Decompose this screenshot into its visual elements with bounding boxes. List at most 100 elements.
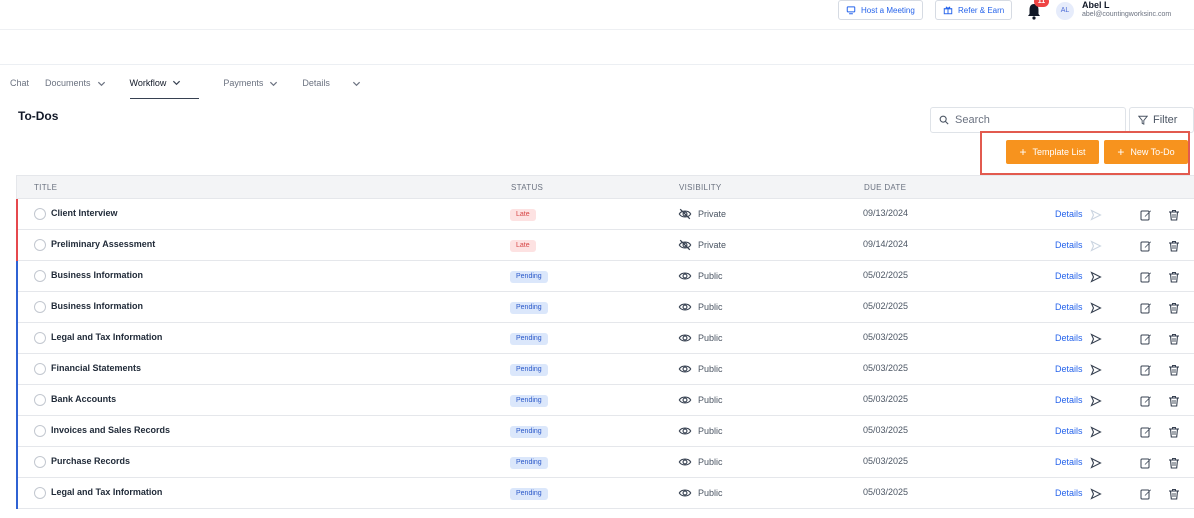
delete-button[interactable]	[1168, 301, 1180, 314]
delete-button[interactable]	[1168, 363, 1180, 376]
monitor-icon	[846, 6, 856, 15]
send-button[interactable]	[1090, 363, 1102, 376]
delete-button[interactable]	[1168, 208, 1180, 221]
todo-title: Invoices and Sales Records	[51, 425, 171, 435]
table-row[interactable]: Business Information Pending Public 05/02/2…	[16, 292, 1194, 323]
column-visibility: VISIBILITY	[679, 183, 722, 192]
send-button[interactable]	[1090, 301, 1102, 314]
edit-button[interactable]	[1140, 301, 1152, 314]
edit-button[interactable]	[1140, 363, 1152, 376]
send-icon	[1090, 457, 1102, 469]
send-button[interactable]	[1090, 394, 1102, 407]
send-button[interactable]	[1090, 239, 1102, 252]
row-status-bar	[16, 323, 18, 354]
complete-checkbox[interactable]	[34, 208, 46, 220]
edit-button[interactable]	[1140, 456, 1152, 469]
complete-checkbox[interactable]	[34, 270, 46, 282]
new-todo-button[interactable]: + New To-Do	[1104, 140, 1188, 164]
table-row[interactable]: Legal and Tax Information Pending Public 05…	[16, 323, 1194, 354]
plus-icon: +	[1117, 145, 1125, 159]
details-link[interactable]: Details	[1055, 333, 1083, 343]
edit-button[interactable]	[1140, 208, 1152, 221]
send-icon	[1090, 209, 1102, 221]
due-date: 05/03/2025	[863, 332, 909, 342]
new-todo-label: New To-Do	[1130, 147, 1175, 157]
complete-checkbox[interactable]	[34, 425, 46, 437]
details-link[interactable]: Details	[1055, 426, 1083, 436]
tab-payments[interactable]: Payments	[223, 75, 278, 99]
table-row[interactable]: Financial Statements Pending Public 05/03/2…	[16, 354, 1194, 385]
complete-checkbox[interactable]	[34, 394, 46, 406]
complete-checkbox[interactable]	[34, 301, 46, 313]
complete-checkbox[interactable]	[34, 487, 46, 499]
tab-chat[interactable]: Chat	[10, 75, 29, 99]
column-status: STATUS	[511, 183, 544, 192]
search-input[interactable]	[955, 114, 1115, 126]
edit-button[interactable]	[1140, 332, 1152, 345]
edit-button[interactable]	[1140, 239, 1152, 252]
table-row[interactable]: Legal and Tax Information Pending Public 05…	[16, 478, 1194, 509]
table-row[interactable]: Client Interview Late Private 09/13/2024 Det…	[16, 199, 1194, 230]
filter-button[interactable]: Filter	[1129, 107, 1194, 133]
edit-button[interactable]	[1140, 425, 1152, 438]
table-row[interactable]: Business Information Pending Public 05/02/2…	[16, 261, 1194, 292]
delete-button[interactable]	[1168, 487, 1180, 500]
tab-chat-label: Chat	[10, 78, 30, 88]
refer-earn-button[interactable]: Refer & Earn	[935, 0, 1013, 20]
details-link[interactable]: Details	[1055, 302, 1083, 312]
edit-icon	[1140, 427, 1151, 438]
visibility-cell: Public	[678, 393, 723, 407]
delete-button[interactable]	[1168, 394, 1180, 407]
row-status-bar	[16, 478, 18, 509]
avatar[interactable]: AL	[1056, 2, 1074, 20]
tab-details[interactable]: Details	[302, 75, 361, 99]
complete-checkbox[interactable]	[34, 332, 46, 344]
table-row[interactable]: Bank Accounts Pending Public 05/03/2025 Deta…	[16, 385, 1194, 416]
todo-title: Purchase Records	[51, 456, 131, 466]
details-link[interactable]: Details	[1055, 488, 1083, 498]
edit-button[interactable]	[1140, 487, 1152, 500]
trash-icon	[1169, 303, 1179, 314]
details-link[interactable]: Details	[1055, 395, 1083, 405]
table-row[interactable]: Invoices and Sales Records Pending Public 0…	[16, 416, 1194, 447]
due-date: 05/03/2025	[863, 394, 909, 404]
search-box[interactable]	[930, 107, 1126, 133]
details-link[interactable]: Details	[1055, 240, 1083, 250]
delete-button[interactable]	[1168, 270, 1180, 283]
complete-checkbox[interactable]	[34, 363, 46, 375]
edit-button[interactable]	[1140, 270, 1152, 283]
send-button[interactable]	[1090, 270, 1102, 283]
delete-button[interactable]	[1168, 332, 1180, 345]
trash-icon	[1169, 427, 1179, 438]
search-icon	[939, 115, 949, 125]
edit-button[interactable]	[1140, 394, 1152, 407]
trash-icon	[1169, 241, 1179, 252]
send-button[interactable]	[1090, 456, 1102, 469]
template-list-button[interactable]: + Template List	[1006, 140, 1099, 164]
delete-button[interactable]	[1168, 239, 1180, 252]
details-link[interactable]: Details	[1055, 209, 1083, 219]
table-row[interactable]: Preliminary Assessment Late Private 09/14/2…	[16, 230, 1194, 261]
due-date: 05/03/2025	[863, 425, 909, 435]
send-button[interactable]	[1090, 487, 1102, 500]
delete-button[interactable]	[1168, 425, 1180, 438]
tab-workflow[interactable]: Workflow	[129, 75, 200, 99]
send-button[interactable]	[1090, 425, 1102, 438]
eye-icon	[678, 396, 692, 404]
tab-documents[interactable]: Documents	[45, 75, 106, 99]
visibility-label: Private	[698, 240, 727, 250]
table-row[interactable]: Purchase Records Pending Public 05/03/2025 D…	[16, 447, 1194, 478]
send-button[interactable]	[1090, 208, 1102, 221]
trash-icon	[1169, 210, 1179, 221]
trash-icon	[1169, 334, 1179, 345]
complete-checkbox[interactable]	[34, 239, 46, 251]
send-button[interactable]	[1090, 332, 1102, 345]
complete-checkbox[interactable]	[34, 456, 46, 468]
details-link[interactable]: Details	[1055, 271, 1083, 281]
details-link[interactable]: Details	[1055, 364, 1083, 374]
user-name: Abel L	[1082, 0, 1110, 10]
delete-button[interactable]	[1168, 456, 1180, 469]
host-meeting-button[interactable]: Host a Meeting	[838, 0, 923, 20]
details-link[interactable]: Details	[1055, 457, 1083, 467]
edit-icon	[1140, 334, 1151, 345]
